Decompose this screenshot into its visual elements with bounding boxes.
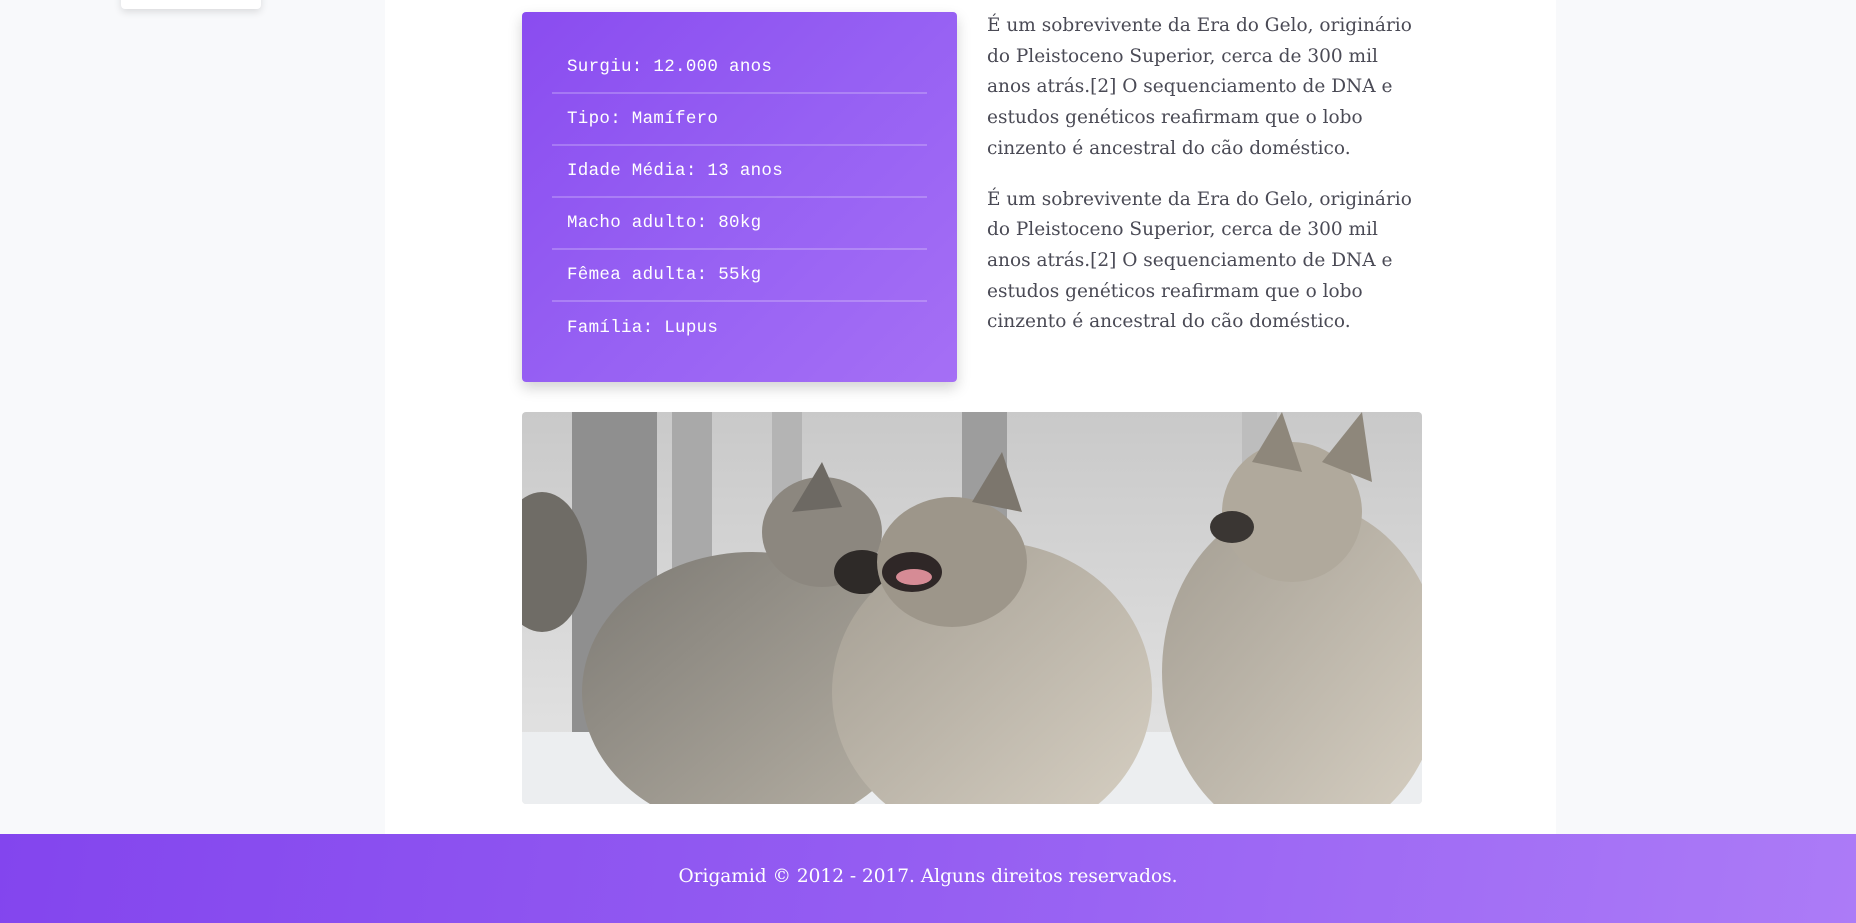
description-text: É um sobrevivente da Era do Gelo, origin…	[987, 11, 1427, 358]
fact-item-femea-adulta: Fêmea adulta: 55kg	[552, 250, 927, 302]
wolves-photo	[522, 412, 1422, 804]
description-paragraph: É um sobrevivente da Era do Gelo, origin…	[987, 15, 1412, 159]
fact-item-macho-adulto: Macho adulto: 80kg	[552, 198, 927, 250]
site-footer: Origamid © 2012 - 2017. Alguns direitos …	[0, 834, 1856, 923]
fact-item-surgiu: Surgiu: 12.000 anos	[552, 42, 927, 94]
fact-item-idade-media: Idade Média: 13 anos	[552, 146, 927, 198]
fact-item-tipo: Tipo: Mamífero	[552, 94, 927, 146]
facts-list: Surgiu: 12.000 anos Tipo: Mamífero Idade…	[552, 42, 927, 354]
description-paragraph: É um sobrevivente da Era do Gelo, origin…	[987, 188, 1412, 333]
footer-copyright: Origamid © 2012 - 2017. Alguns direitos …	[678, 866, 1178, 887]
sidebar-menu-card	[121, 0, 261, 9]
facts-card: Surgiu: 12.000 anos Tipo: Mamífero Idade…	[522, 12, 957, 382]
fact-item-familia: Família: Lupus	[567, 318, 719, 338]
